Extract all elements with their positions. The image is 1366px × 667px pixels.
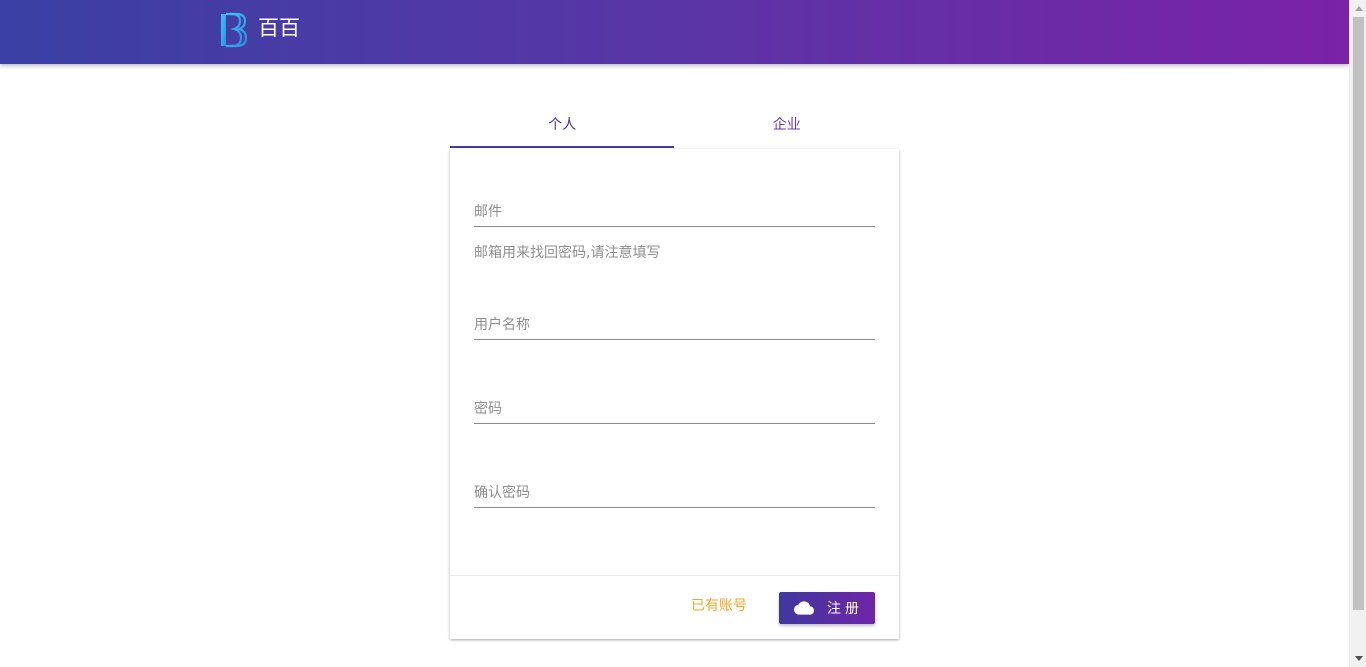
password-field[interactable] bbox=[474, 394, 875, 424]
scroll-down-arrow-icon[interactable] bbox=[1350, 650, 1366, 667]
login-link[interactable]: 已有账号 bbox=[691, 596, 747, 616]
register-button[interactable]: 注册 bbox=[779, 592, 875, 624]
confirm-password-field-wrapper bbox=[474, 478, 875, 508]
username-field[interactable] bbox=[474, 310, 875, 340]
email-hint: 邮箱用来找回密码,请注意填写 bbox=[474, 245, 661, 261]
register-card: 邮箱用来找回密码,请注意填写 已有账号 注册 bbox=[450, 149, 899, 639]
brand-name: 百百 bbox=[258, 16, 300, 40]
password-field-wrapper bbox=[474, 394, 875, 424]
tab-enterprise[interactable]: 企业 bbox=[675, 104, 900, 149]
bb-logo-icon[interactable] bbox=[218, 12, 248, 48]
scroll-up-arrow-icon[interactable] bbox=[1350, 0, 1366, 17]
cloud-icon bbox=[794, 601, 814, 615]
register-button-label: 注册 bbox=[827, 600, 863, 616]
card-actions-divider bbox=[450, 575, 899, 576]
email-field[interactable] bbox=[474, 197, 875, 227]
confirm-password-field[interactable] bbox=[474, 478, 875, 508]
account-type-tabs: 个人 企业 bbox=[450, 104, 899, 149]
active-tab-indicator bbox=[450, 146, 674, 148]
app-header: 百百 bbox=[0, 0, 1349, 64]
page: 百百 个人 企业 邮箱用来找回密码,请注意填写 已有账号 注册 bbox=[0, 0, 1366, 667]
vertical-scrollbar[interactable] bbox=[1349, 0, 1366, 667]
scrollbar-thumb[interactable] bbox=[1353, 17, 1364, 610]
username-field-wrapper bbox=[474, 310, 875, 340]
email-field-wrapper bbox=[474, 197, 875, 227]
tab-personal[interactable]: 个人 bbox=[450, 104, 675, 149]
